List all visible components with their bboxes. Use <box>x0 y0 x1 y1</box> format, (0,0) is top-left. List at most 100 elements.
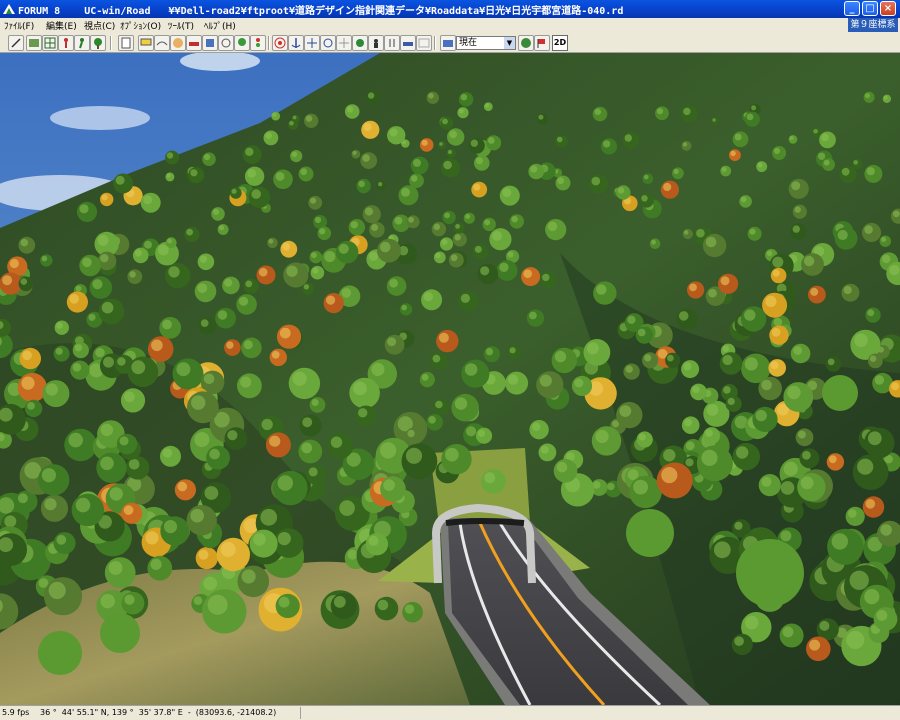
tree-highlight <box>656 108 664 115</box>
tree-highlight <box>109 487 123 501</box>
tree-highlight <box>371 224 379 231</box>
menu-viewpoint[interactable]: 視点(C) <box>84 19 115 32</box>
tree-highlight <box>865 499 876 509</box>
tree-highlight <box>853 160 858 165</box>
menu-options[interactable]: ｵﾌﾟｼｮﾝ(O) <box>120 19 161 32</box>
car-button[interactable] <box>186 35 202 51</box>
tree-highlight <box>269 435 281 447</box>
tree-highlight <box>841 167 850 176</box>
target-button[interactable] <box>272 35 288 51</box>
tree-highlight <box>401 304 408 311</box>
tree-highlight <box>734 133 742 141</box>
tree-highlight <box>734 636 744 646</box>
person-button[interactable] <box>58 35 74 51</box>
view-2d-button[interactable]: 2D <box>552 35 568 51</box>
tree-highlight <box>663 449 676 462</box>
tree-highlight <box>194 432 210 448</box>
tree-highlight <box>701 449 718 466</box>
vehicle-button[interactable] <box>400 35 416 51</box>
tree-highlight <box>69 294 79 304</box>
close-button[interactable]: × <box>880 1 896 16</box>
tree-highlight <box>823 159 830 166</box>
road-edit-button[interactable] <box>8 35 24 51</box>
chevron-down-icon[interactable]: ▼ <box>504 37 515 49</box>
tree-highlight <box>353 381 367 396</box>
tree-button[interactable] <box>90 35 106 51</box>
tree-highlight <box>275 172 285 181</box>
cube-icon <box>206 39 214 47</box>
object-button[interactable] <box>202 35 218 51</box>
menu-edit[interactable]: 編集(E) <box>46 19 77 32</box>
tree-highlight <box>300 168 308 176</box>
rotate-button[interactable] <box>320 35 336 51</box>
vehicle-icon <box>403 42 413 46</box>
move-button[interactable] <box>304 35 320 51</box>
tree-highlight <box>277 475 293 491</box>
camera-button[interactable] <box>440 35 456 51</box>
tree-highlight <box>444 212 451 219</box>
tree-highlight <box>557 177 565 185</box>
bridge-button[interactable] <box>154 35 170 51</box>
tree-highlight <box>97 234 109 246</box>
walk-button[interactable] <box>74 35 90 51</box>
view-icon <box>418 38 430 48</box>
menu-tools[interactable]: ﾂｰﾙ(T) <box>168 19 194 32</box>
tree-highlight <box>247 169 257 178</box>
tree-highlight <box>678 311 689 321</box>
tree-highlight <box>20 278 28 285</box>
shape-button[interactable] <box>218 35 234 51</box>
tree-highlight <box>200 319 209 327</box>
traffic-signal-button[interactable] <box>518 35 534 51</box>
menu-help[interactable]: ﾍﾙﾌﾟ(H) <box>204 19 236 32</box>
tree-highlight <box>358 180 365 188</box>
tree-highlight <box>341 288 352 298</box>
tree-highlight <box>68 432 83 448</box>
tree-highlight <box>813 129 818 134</box>
minimize-button[interactable]: _ <box>844 1 860 16</box>
tree-highlight <box>203 154 211 161</box>
tree-highlight <box>167 238 173 244</box>
anchor-button[interactable] <box>288 35 304 51</box>
tree-highlight <box>380 241 391 253</box>
maximize-button[interactable]: □ <box>862 1 878 16</box>
pause-button[interactable] <box>384 35 400 51</box>
3d-viewport[interactable] <box>0 53 900 705</box>
tree-highlight <box>207 594 228 615</box>
grid-button[interactable] <box>42 35 58 51</box>
tree-highlight <box>92 279 103 290</box>
tree-highlight <box>831 533 848 550</box>
tree-highlight <box>554 350 567 363</box>
tree-highlight <box>797 430 806 439</box>
tree-highlight <box>48 581 66 600</box>
sign-icon <box>140 38 152 46</box>
tree-highlight <box>874 375 885 385</box>
tree-highlight <box>734 521 743 530</box>
tree-highlight <box>45 383 58 396</box>
tree-highlight <box>523 269 532 278</box>
tree-highlight <box>502 188 512 198</box>
plant-button[interactable] <box>234 35 250 51</box>
target-icon <box>274 37 286 49</box>
menu-file[interactable]: ﾌｧｲﾙ(F) <box>4 19 34 32</box>
tree-highlight <box>684 418 693 427</box>
terrain-button[interactable] <box>26 35 42 51</box>
view-button[interactable] <box>416 35 432 51</box>
toolbar-separator <box>268 36 270 50</box>
tree-highlight <box>485 347 494 356</box>
palette-button[interactable] <box>170 35 186 51</box>
sign-button[interactable] <box>138 35 154 51</box>
tree-highlight <box>722 354 733 366</box>
driver-button[interactable] <box>368 35 384 51</box>
tree-highlight <box>17 493 28 504</box>
viewpoint-select[interactable]: 現在 ▼ <box>456 36 516 50</box>
traffic-light-button[interactable] <box>250 35 266 51</box>
tree-highlight <box>708 288 717 298</box>
tree-highlight <box>843 285 852 295</box>
document-button[interactable] <box>118 35 134 51</box>
pan-button[interactable] <box>336 35 352 51</box>
flag-button[interactable] <box>534 35 550 51</box>
record-button[interactable] <box>352 35 368 51</box>
tree-highlight <box>530 165 538 173</box>
tree-highlight <box>883 95 888 100</box>
tree-highlight <box>772 269 780 277</box>
